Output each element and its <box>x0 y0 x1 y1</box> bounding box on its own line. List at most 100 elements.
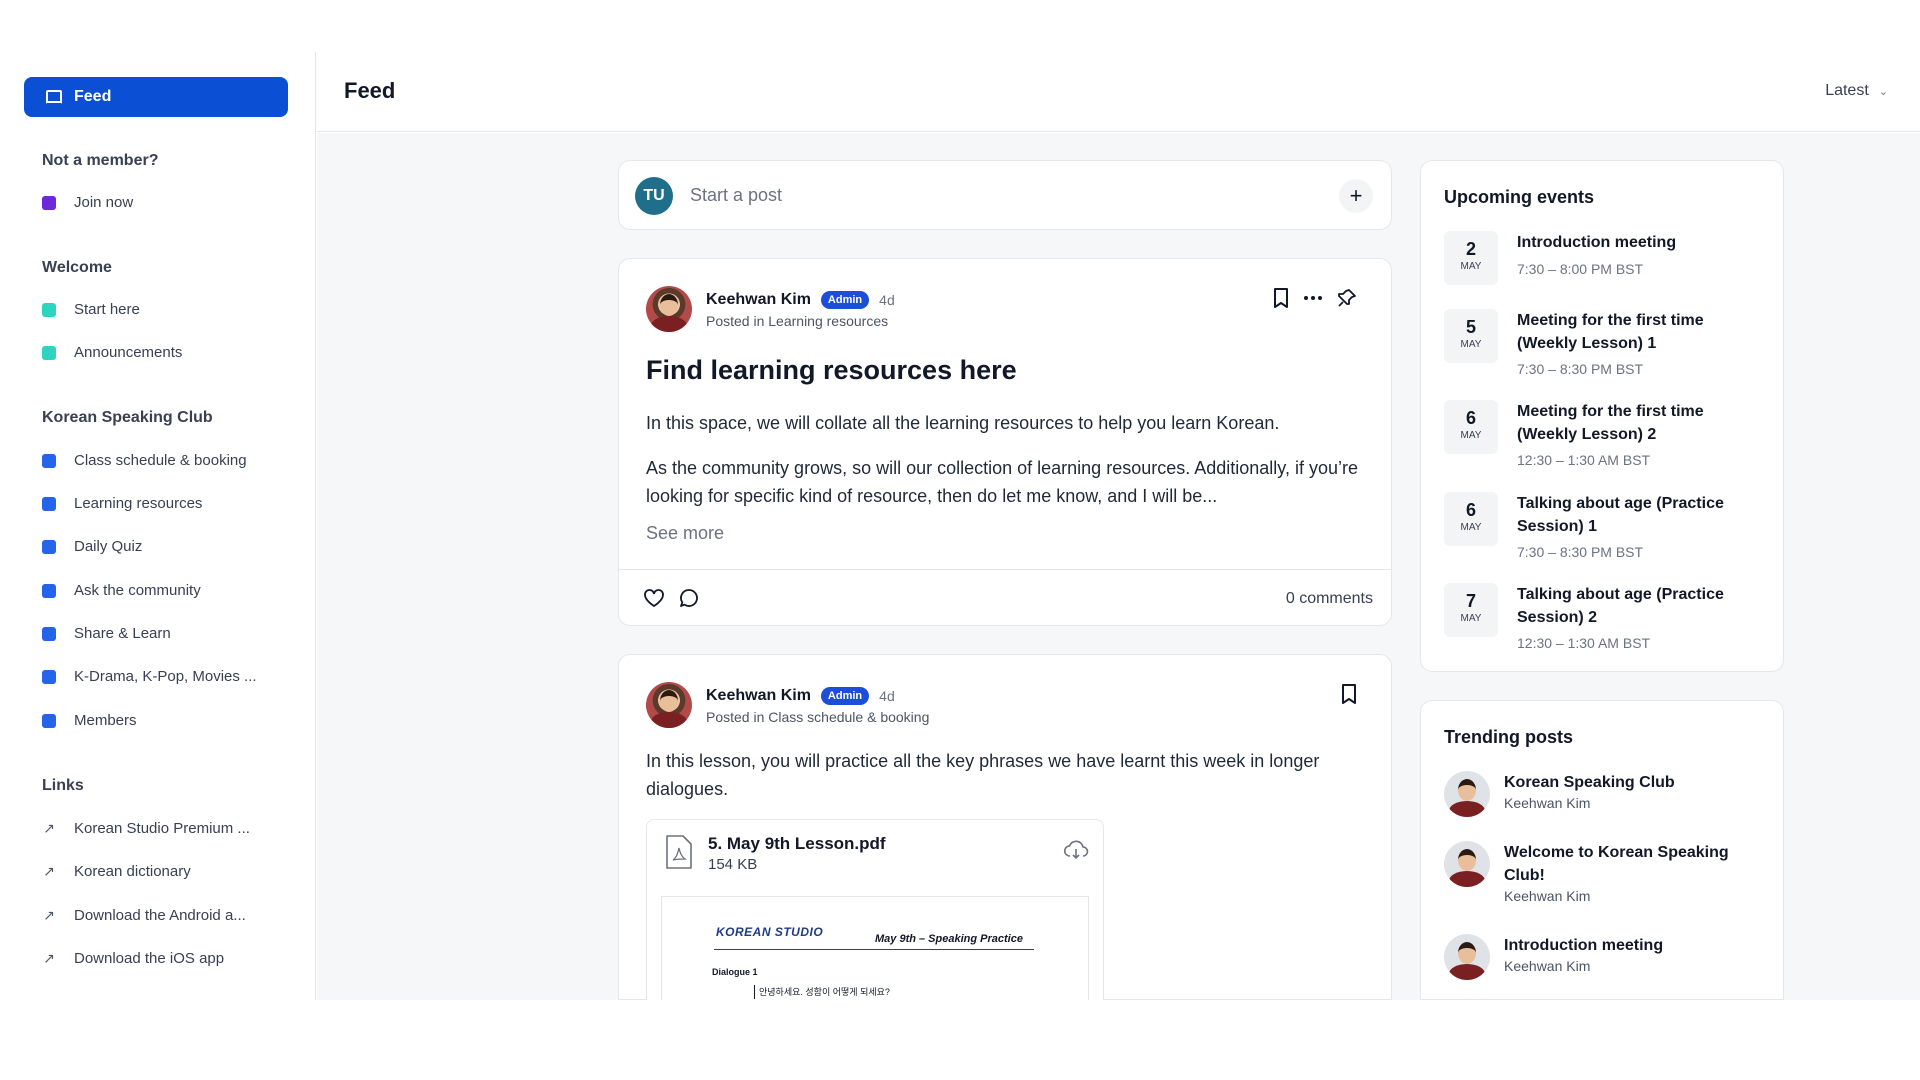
add-post-button[interactable]: + <box>1339 179 1373 213</box>
sidebar-item-learning-resources[interactable]: Learning resources <box>42 495 202 512</box>
external-link-icon: ↗ <box>43 863 55 879</box>
pdf-preview[interactable]: KOREAN STUDIO May 9th – Speaking Practic… <box>661 896 1089 1000</box>
event-title[interactable]: Meeting for the first time (Weekly Lesso… <box>1517 400 1757 446</box>
more-options-icon[interactable] <box>1303 295 1323 301</box>
sidebar-item-feed[interactable]: Feed <box>24 77 288 117</box>
start-post-input[interactable]: Start a post <box>690 185 782 206</box>
sidebar-item-label: Download the Android a... <box>74 907 246 924</box>
trending-author: Keehwan Kim <box>1504 888 1591 904</box>
pdf-file-icon <box>665 834 693 875</box>
author-name[interactable]: Keehwan Kim <box>706 687 811 705</box>
trending-author: Keehwan Kim <box>1504 958 1591 974</box>
page-header: Feed Latest ⌄ <box>317 52 1920 132</box>
space-color-icon <box>42 453 56 468</box>
sidebar-item-class-schedule[interactable]: Class schedule & booking <box>42 452 247 469</box>
preview-subtitle: May 9th – Speaking Practice <box>875 933 1023 945</box>
preview-line: 안녕하세요. 성함이 어떻게 되세요? <box>754 985 890 999</box>
sidebar-item-share-learn[interactable]: Share & Learn <box>42 625 171 642</box>
sidebar-item-label: Class schedule & booking <box>74 452 247 469</box>
sidebar-item-ask-community[interactable]: Ask the community <box>42 582 201 599</box>
see-more-link[interactable]: See more <box>646 523 724 544</box>
space-color-icon <box>42 345 56 360</box>
event-time: 7:30 – 8:30 PM BST <box>1517 361 1644 377</box>
event-title[interactable]: Talking about age (Practice Session) 2 <box>1517 583 1757 629</box>
trending-title[interactable]: Welcome to Korean Speaking Club! <box>1504 841 1764 887</box>
comment-icon[interactable] <box>679 588 699 613</box>
event-time: 7:30 – 8:00 PM BST <box>1517 261 1644 277</box>
admin-badge: Admin <box>820 291 870 309</box>
event-title[interactable]: Talking about age (Practice Session) 1 <box>1517 492 1757 538</box>
post-composer[interactable]: TU Start a post + <box>618 160 1392 230</box>
external-link-icon: ↗ <box>43 820 55 836</box>
event-date: 6 MAY <box>1444 400 1498 454</box>
sidebar-link-premium[interactable]: ↗ Korean Studio Premium ... <box>42 820 250 837</box>
event-title[interactable]: Introduction meeting <box>1517 231 1757 254</box>
pin-icon[interactable] <box>1337 288 1357 308</box>
event-date: 7 MAY <box>1444 583 1498 637</box>
post-card: Keehwan Kim Admin 4d Posted in Class sch… <box>618 654 1392 1000</box>
sidebar-item-label: Ask the community <box>74 582 201 599</box>
space-color-icon <box>42 669 56 684</box>
external-link-icon: ↗ <box>43 950 55 966</box>
sidebar-item-kdrama[interactable]: K-Drama, K-Pop, Movies ... <box>42 668 257 685</box>
sidebar: Feed Not a member? Join now Welcome Star… <box>0 52 316 1000</box>
sidebar-item-label: Korean Studio Premium ... <box>74 820 250 837</box>
sort-dropdown[interactable]: Latest ⌄ <box>1825 82 1888 100</box>
post-meta: Keehwan Kim Admin 4d Posted in Learning … <box>706 291 895 329</box>
external-link-icon: ↗ <box>43 907 55 923</box>
sidebar-link-dictionary[interactable]: ↗ Korean dictionary <box>42 863 191 880</box>
posted-in[interactable]: Posted in Learning resources <box>706 313 895 329</box>
event-time: 7:30 – 8:30 PM BST <box>1517 544 1644 560</box>
sidebar-section-title: Not a member? <box>42 152 159 169</box>
preview-section: Dialogue 1 <box>712 967 758 977</box>
file-attachment[interactable]: 5. May 9th Lesson.pdf 154 KB KOREAN STUD… <box>646 819 1104 1000</box>
post-age: 4d <box>879 688 895 704</box>
author-name[interactable]: Keehwan Kim <box>706 291 811 309</box>
admin-badge: Admin <box>820 687 870 705</box>
event-time: 12:30 – 1:30 AM BST <box>1517 452 1651 468</box>
sidebar-link-ios[interactable]: ↗ Download the iOS app <box>42 950 224 967</box>
bookmark-icon[interactable] <box>1341 684 1357 704</box>
comments-count[interactable]: 0 comments <box>1286 590 1373 608</box>
sidebar-item-label: Members <box>74 712 137 729</box>
sidebar-item-label: Start here <box>74 301 140 318</box>
event-date: 5 MAY <box>1444 309 1498 363</box>
event-title[interactable]: Meeting for the first time (Weekly Lesso… <box>1517 309 1757 355</box>
sidebar-section-title: Welcome <box>42 259 112 276</box>
plus-icon: + <box>1349 183 1363 208</box>
post-actions <box>1341 684 1357 704</box>
posted-in[interactable]: Posted in Class schedule & booking <box>706 709 929 725</box>
post-paragraph: In this space, we will collate all the l… <box>646 413 1280 433</box>
avatar <box>1444 841 1490 887</box>
sidebar-item-daily-quiz[interactable]: Daily Quiz <box>42 538 142 555</box>
event-time: 12:30 – 1:30 AM BST <box>1517 635 1651 651</box>
sidebar-item-label: Share & Learn <box>74 625 171 642</box>
trending-posts-panel: Trending posts Korean Speaking Club Keeh… <box>1420 700 1784 1000</box>
sidebar-item-announcements[interactable]: Announcements <box>42 344 182 361</box>
trending-title[interactable]: Korean Speaking Club <box>1504 771 1764 794</box>
space-color-icon <box>42 713 56 728</box>
avatar <box>1444 771 1490 817</box>
avatar[interactable] <box>646 286 692 332</box>
space-color-icon <box>42 583 56 598</box>
bookmark-icon[interactable] <box>1273 288 1289 308</box>
sidebar-item-join-now[interactable]: Join now <box>42 194 133 211</box>
post-meta: Keehwan Kim Admin 4d Posted in Class sch… <box>706 687 929 725</box>
event-date: 6 MAY <box>1444 492 1498 546</box>
file-name[interactable]: 5. May 9th Lesson.pdf <box>708 834 886 854</box>
like-icon[interactable] <box>643 588 665 613</box>
space-color-icon <box>42 626 56 641</box>
sidebar-item-start-here[interactable]: Start here <box>42 301 140 318</box>
trending-title[interactable]: Introduction meeting <box>1504 934 1764 957</box>
sidebar-item-members[interactable]: Members <box>42 712 137 729</box>
space-color-icon <box>42 302 56 317</box>
panel-title: Upcoming events <box>1444 187 1595 207</box>
download-icon[interactable] <box>1063 840 1089 865</box>
app-frame: Feed Not a member? Join now Welcome Star… <box>0 0 1920 1000</box>
file-size: 154 KB <box>708 856 758 873</box>
post-footer: 0 comments <box>619 569 1391 627</box>
sidebar-link-android[interactable]: ↗ Download the Android a... <box>42 907 246 924</box>
post-title[interactable]: Find learning resources here <box>646 355 1017 386</box>
feed-icon <box>46 90 62 105</box>
avatar[interactable] <box>646 682 692 728</box>
